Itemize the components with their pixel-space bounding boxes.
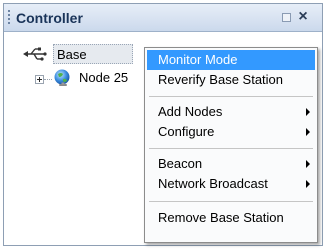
- menu-item-reverify-base-station[interactable]: Reverify Base Station: [147, 70, 315, 90]
- menu-item-network-broadcast[interactable]: Network Broadcast: [147, 174, 315, 194]
- restore-icon[interactable]: [282, 13, 291, 22]
- submenu-arrow-icon: [306, 128, 310, 136]
- menu-separator: [149, 96, 313, 97]
- context-menu: Monitor Mode Reverify Base Station Add N…: [144, 47, 318, 243]
- menu-item-configure[interactable]: Configure: [147, 122, 315, 142]
- panel-title: Controller: [16, 10, 83, 26]
- submenu-arrow-icon: [306, 180, 310, 188]
- menu-item-beacon[interactable]: Beacon: [147, 154, 315, 174]
- menu-item-monitor-mode[interactable]: Monitor Mode: [147, 50, 315, 70]
- usb-icon: [23, 47, 47, 61]
- menu-separator: [149, 148, 313, 149]
- menu-item-label: Beacon: [158, 156, 203, 171]
- menu-item-remove-base-station[interactable]: Remove Base Station: [147, 208, 315, 228]
- tree-connector-line: [44, 79, 52, 80]
- globe-icon: [54, 69, 70, 86]
- tree-item-node[interactable]: Node 25: [79, 68, 128, 88]
- menu-item-label: Configure: [158, 124, 215, 139]
- submenu-arrow-icon: [306, 160, 310, 168]
- menu-item-label: Monitor Mode: [158, 52, 238, 67]
- screenshot-frame: Controller × Base Station: [0, 0, 327, 249]
- menu-item-label: Network Broadcast: [158, 176, 268, 191]
- submenu-arrow-icon: [306, 108, 310, 116]
- menu-separator: [149, 201, 313, 202]
- tree-item-base-station[interactable]: Base Station: [53, 44, 133, 64]
- menu-item-label: Remove Base Station: [158, 210, 284, 225]
- menu-item-add-nodes[interactable]: Add Nodes: [147, 102, 315, 122]
- drag-grip-icon[interactable]: [8, 10, 11, 26]
- expand-plus-icon[interactable]: [35, 75, 44, 84]
- panel-titlebar[interactable]: Controller ×: [4, 4, 322, 32]
- menu-item-label: Add Nodes: [158, 104, 223, 119]
- close-icon[interactable]: ×: [295, 8, 311, 26]
- menu-item-label: Reverify Base Station: [158, 72, 284, 87]
